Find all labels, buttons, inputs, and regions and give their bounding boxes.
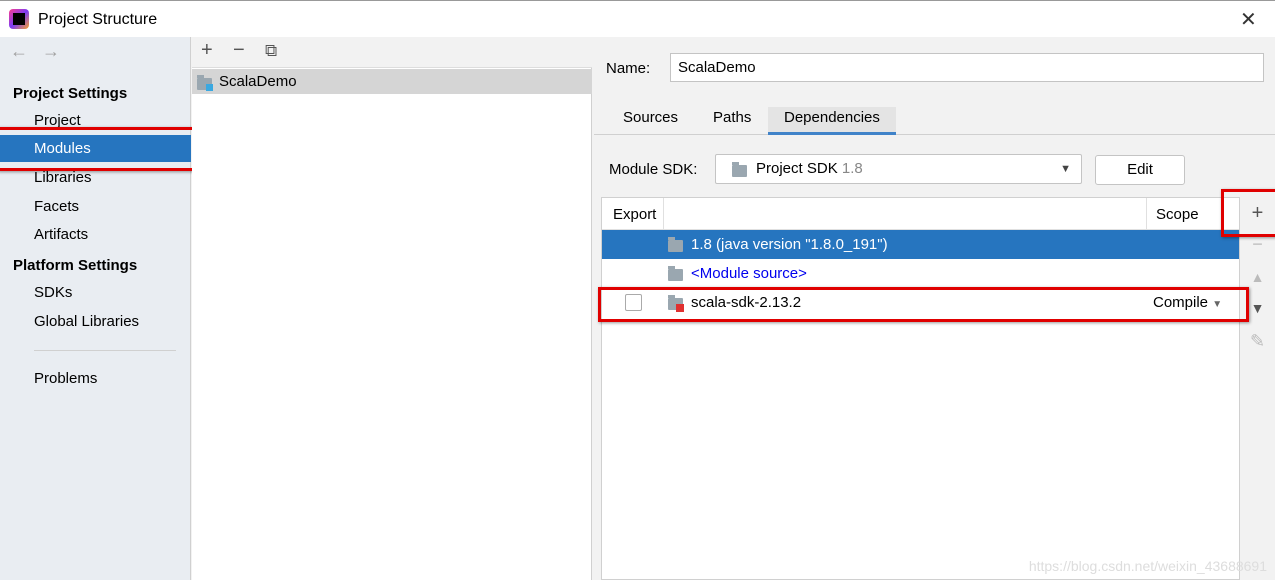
module-sdk-label: Module SDK: [609, 161, 698, 178]
back-arrow-icon[interactable]: ← [10, 41, 28, 62]
dependency-name: 1.8 (java version "1.8.0_191") [691, 236, 888, 253]
module-name: ScalaDemo [219, 73, 297, 90]
forward-arrow-icon[interactable]: → [42, 41, 60, 62]
sidebar-item-sdks[interactable]: SDKs [0, 279, 191, 306]
name-label: Name: [606, 60, 651, 77]
tab-bar: Sources Paths Dependencies [594, 107, 1275, 135]
edit-sdk-button[interactable]: Edit [1095, 155, 1185, 185]
module-source-icon [668, 266, 683, 281]
sdk-version: 1.8 [841, 160, 863, 177]
jdk-folder-icon [668, 237, 683, 252]
move-up-icon[interactable]: ▲ [1240, 269, 1275, 285]
module-sdk-dropdown[interactable]: Project SDK 1.8 ▼ [715, 154, 1082, 184]
close-icon[interactable]: ✕ [1240, 7, 1257, 32]
add-icon[interactable]: + [201, 39, 213, 62]
modules-panel: + − ⧉ ScalaDemo [192, 37, 592, 580]
table-row[interactable]: <Module source> [602, 259, 1239, 288]
sidebar-item-artifacts[interactable]: Artifacts [0, 221, 191, 248]
divider [34, 350, 176, 351]
module-folder-icon [197, 75, 213, 91]
dependencies-toolbar: + − ▲ ▼ ✎ [1240, 197, 1275, 580]
highlight-box [0, 127, 211, 171]
sidebar-item-global-libraries[interactable]: Global Libraries [0, 308, 191, 335]
section-header: Platform Settings [13, 257, 138, 274]
table-header: Export Scope [602, 198, 1239, 230]
column-scope[interactable]: Scope [1156, 206, 1199, 223]
modules-toolbar: + − ⧉ [192, 37, 592, 68]
dependency-name: <Module source> [691, 265, 807, 282]
title-bar: Project Structure ✕ [0, 0, 1275, 37]
module-item[interactable]: ScalaDemo [192, 69, 592, 94]
sidebar-item-facets[interactable]: Facets [0, 193, 191, 220]
intellij-logo-icon [9, 9, 29, 29]
sidebar: ← → Project Settings Project Modules Lib… [0, 37, 191, 580]
tab-dependencies[interactable]: Dependencies [768, 107, 896, 135]
sdk-folder-icon [732, 162, 747, 177]
column-export[interactable]: Export [613, 206, 656, 223]
sidebar-item-problems[interactable]: Problems [0, 365, 191, 392]
dependencies-table: Export Scope 1.8 (java version "1.8.0_19… [601, 197, 1240, 580]
edit-dependency-icon[interactable]: ✎ [1240, 331, 1275, 352]
watermark: https://blog.csdn.net/weixin_43688691 [1028, 558, 1267, 574]
table-row[interactable]: 1.8 (java version "1.8.0_191") [602, 230, 1239, 259]
copy-icon[interactable]: ⧉ [265, 41, 277, 61]
tab-sources[interactable]: Sources [607, 107, 694, 135]
window-title: Project Structure [38, 11, 158, 28]
tab-paths[interactable]: Paths [697, 107, 767, 135]
highlight-box [1221, 189, 1275, 237]
section-header: Project Settings [13, 85, 128, 102]
name-input[interactable] [670, 53, 1264, 82]
chevron-down-icon: ▼ [1060, 163, 1071, 175]
highlight-box [598, 287, 1249, 322]
remove-dependency-icon[interactable]: − [1240, 234, 1275, 255]
remove-icon[interactable]: − [233, 39, 245, 62]
sdk-value: Project SDK [756, 160, 838, 177]
